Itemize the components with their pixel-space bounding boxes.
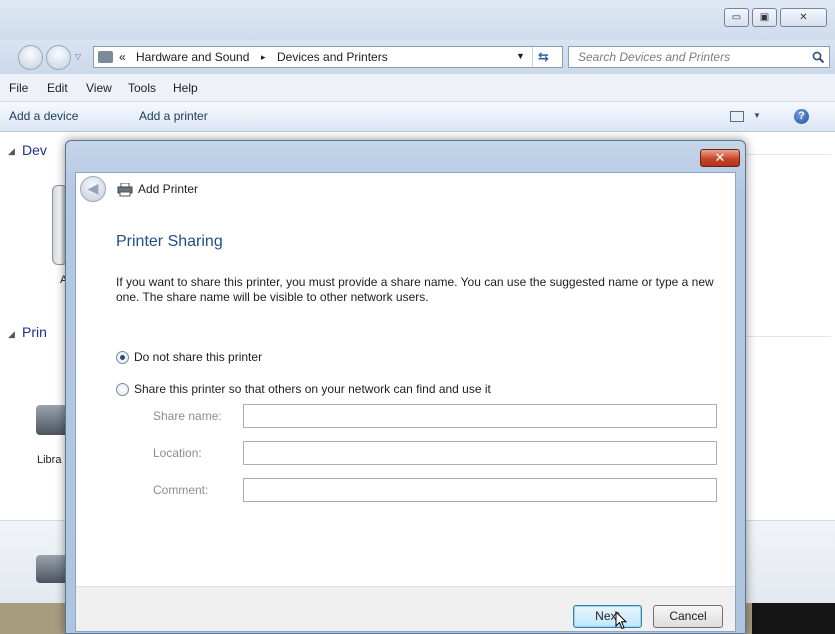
address-row: ▽ « Hardware and Sound ▸ Devices and Pri… bbox=[0, 40, 835, 74]
view-dropdown-icon[interactable]: ▼ bbox=[753, 111, 761, 120]
location-label: Location: bbox=[153, 446, 202, 460]
search-icon[interactable] bbox=[812, 51, 825, 64]
group-devices[interactable]: Dev bbox=[22, 142, 47, 158]
search-input[interactable] bbox=[569, 47, 804, 67]
dialog-title: Add Printer bbox=[138, 182, 199, 196]
address-bar[interactable]: « Hardware and Sound ▸ Devices and Print… bbox=[93, 46, 563, 68]
mouse-cursor-icon bbox=[615, 611, 627, 630]
back-button[interactable] bbox=[18, 45, 43, 70]
menu-help[interactable]: Help bbox=[173, 81, 198, 95]
do-not-share-label[interactable]: Do not share this printer bbox=[134, 350, 262, 364]
maximize-button[interactable]: ▣ bbox=[752, 8, 777, 27]
address-divider bbox=[532, 47, 533, 67]
menu-edit[interactable]: Edit bbox=[47, 81, 68, 95]
group-devices-divider bbox=[746, 154, 831, 155]
breadcrumb-separator-icon[interactable]: ▸ bbox=[261, 52, 266, 63]
add-printer-dialog: ✕ ◀ Add Printer Printer Sharing If you w… bbox=[65, 140, 746, 634]
back-arrow-icon: ◀ bbox=[87, 180, 99, 196]
breadcrumb-hardware-and-sound[interactable]: Hardware and Sound bbox=[136, 50, 249, 64]
radio-selected-dot bbox=[120, 355, 125, 360]
menu-tools[interactable]: Tools bbox=[128, 81, 156, 95]
view-options-icon[interactable] bbox=[730, 111, 744, 122]
comment-input[interactable] bbox=[243, 478, 717, 502]
wizard-back-button[interactable]: ◀ bbox=[80, 176, 106, 202]
breadcrumb-devices-and-printers[interactable]: Devices and Printers bbox=[277, 50, 388, 64]
add-printer-button[interactable]: Add a printer bbox=[139, 109, 208, 123]
collapse-devices-icon[interactable]: ◢ bbox=[8, 146, 15, 157]
section-title: Printer Sharing bbox=[116, 233, 223, 250]
forward-button[interactable] bbox=[46, 45, 71, 70]
comment-label: Comment: bbox=[153, 483, 209, 497]
printer-icon bbox=[117, 183, 133, 197]
recent-pages-chevron-icon[interactable]: ▽ bbox=[75, 52, 81, 61]
share-printer-radio[interactable] bbox=[116, 383, 129, 396]
dialog-close-button[interactable]: ✕ bbox=[700, 149, 740, 167]
share-name-label: Share name: bbox=[153, 409, 222, 423]
cancel-button[interactable]: Cancel bbox=[653, 605, 723, 628]
search-box[interactable] bbox=[568, 46, 830, 68]
dialog-body: ◀ Add Printer Printer Sharing If you wan… bbox=[75, 172, 736, 632]
refresh-icon[interactable]: ⇆ bbox=[538, 49, 549, 65]
devices-printers-icon bbox=[98, 51, 113, 63]
command-bar: Add a device Add a printer ▼ ? bbox=[0, 102, 835, 132]
share-printer-label[interactable]: Share this printer so that others on you… bbox=[134, 382, 491, 396]
help-icon[interactable]: ? bbox=[794, 109, 809, 124]
sharing-description: If you want to share this printer, you m… bbox=[116, 275, 714, 304]
menu-view[interactable]: View bbox=[86, 81, 112, 95]
window-titlebar: ▭ ▣ ✕ bbox=[0, 0, 835, 40]
printer-label-partial[interactable]: Libra bbox=[37, 454, 61, 466]
next-button[interactable]: Next bbox=[573, 605, 642, 628]
taskbar-thumbnail[interactable] bbox=[752, 603, 835, 634]
location-input[interactable] bbox=[243, 441, 717, 465]
do-not-share-radio[interactable] bbox=[116, 351, 129, 364]
menu-bar: File Edit View Tools Help bbox=[0, 74, 835, 102]
address-dropdown-icon[interactable]: ▼ bbox=[516, 51, 525, 61]
share-name-input[interactable] bbox=[243, 404, 717, 428]
menu-file[interactable]: File bbox=[9, 81, 28, 95]
dialog-header: ◀ Add Printer bbox=[76, 173, 735, 213]
minimize-button[interactable]: ▭ bbox=[724, 8, 749, 27]
breadcrumb-overflow[interactable]: « bbox=[119, 50, 126, 64]
group-printers[interactable]: Prin bbox=[22, 324, 47, 340]
add-device-button[interactable]: Add a device bbox=[9, 109, 78, 123]
dialog-footer: Next Cancel bbox=[76, 586, 735, 631]
close-window-button[interactable]: ✕ bbox=[780, 8, 827, 27]
collapse-printers-icon[interactable]: ◢ bbox=[8, 329, 15, 340]
group-printers-divider bbox=[746, 336, 831, 337]
